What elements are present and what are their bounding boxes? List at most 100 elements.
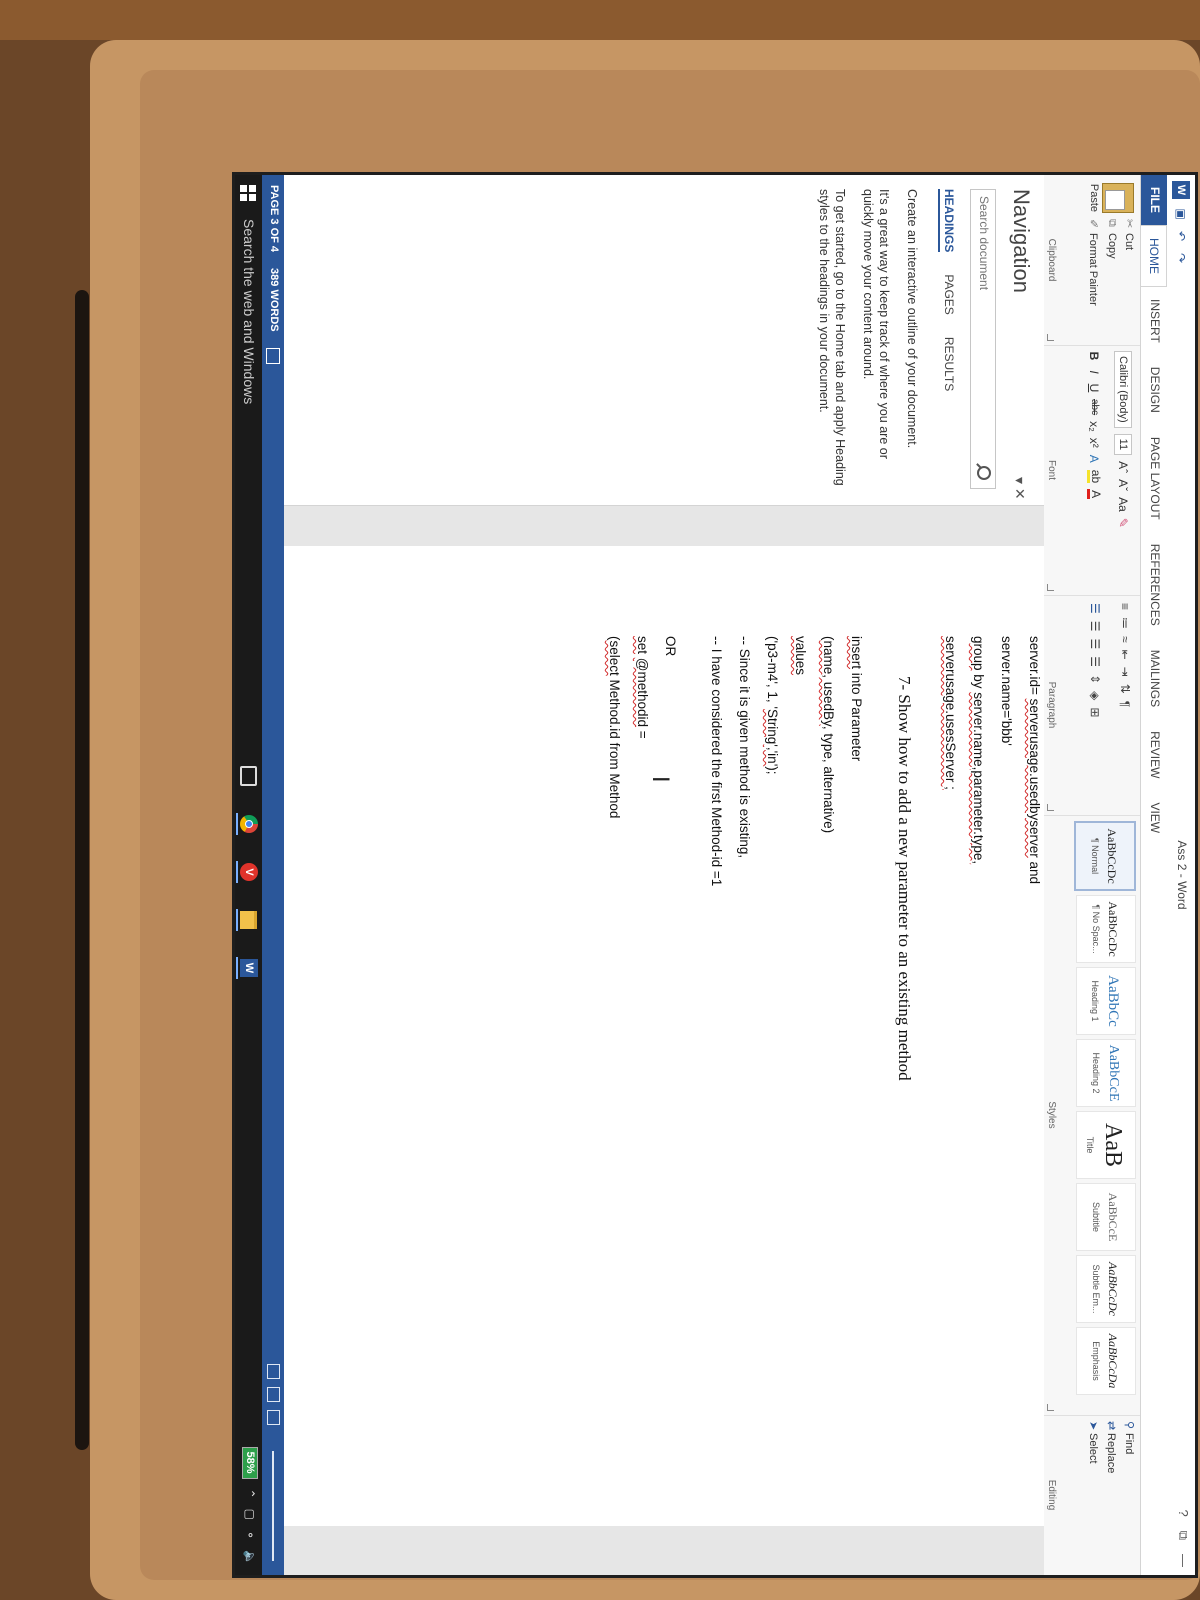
- notification-icon[interactable]: ▢: [243, 1509, 257, 1520]
- document-page[interactable]: server.id= serverusage.usedbyserver and …: [284, 546, 1044, 1526]
- find-button[interactable]: ⚲ Find: [1123, 1421, 1136, 1473]
- highlight-color-icon[interactable]: ab: [1087, 469, 1103, 484]
- format-painter-button[interactable]: ✐ Format Painter: [1087, 219, 1100, 306]
- text-effects-icon[interactable]: A: [1088, 454, 1102, 464]
- shading-icon[interactable]: ◈: [1088, 691, 1102, 700]
- windows-start-icon[interactable]: [240, 185, 256, 201]
- battery-indicator[interactable]: 58%: [242, 1446, 258, 1479]
- tab-headings[interactable]: HEADINGS: [938, 189, 956, 253]
- font-size-select[interactable]: 11: [1114, 433, 1132, 456]
- search-input[interactable]: [973, 190, 995, 452]
- replace-button[interactable]: ⇄ Replace: [1105, 1421, 1118, 1473]
- strikethrough-button[interactable]: abc: [1089, 399, 1100, 415]
- clipboard-icon: [1102, 183, 1134, 213]
- align-right-icon[interactable]: ☰: [1088, 639, 1102, 650]
- tab-mailings[interactable]: MAILINGS: [1141, 638, 1167, 719]
- proofing-icon[interactable]: [266, 347, 280, 364]
- bullets-icon[interactable]: ≡: [1118, 603, 1132, 610]
- page-count[interactable]: PAGE 3 OF 4: [266, 185, 280, 252]
- style-emphasis[interactable]: AaBbCcDa Emphasis: [1076, 1327, 1136, 1395]
- line-spacing-icon[interactable]: ⇕: [1088, 674, 1102, 684]
- style-heading-1[interactable]: AaBbCc Heading 1: [1076, 967, 1136, 1035]
- zoom-slider[interactable]: [272, 1451, 274, 1561]
- select-button[interactable]: ➤ Select: [1087, 1421, 1100, 1473]
- decrease-indent-icon[interactable]: ⇤: [1118, 650, 1132, 660]
- tab-design[interactable]: DESIGN: [1141, 355, 1167, 425]
- change-case-button[interactable]: Aa: [1116, 497, 1130, 512]
- ribbon-display-button[interactable]: ⧉: [1175, 1531, 1191, 1540]
- grow-font-button[interactable]: Aˆ: [1116, 461, 1130, 473]
- font-group: Calibri (Body) 11 Aˆ Aˇ Aa ✎ B I U abc x…: [1044, 345, 1140, 596]
- taskbar: Search the web and Windows V W 58% ⌃ ▢ ⚬…: [235, 175, 262, 1575]
- style-subtitle[interactable]: AaBbCcE Subtitle: [1076, 1183, 1136, 1251]
- styles-group: AaBbCcDc ¶ Normal AaBbCcDc ¶ No Spac... …: [1044, 815, 1140, 1416]
- wifi-icon[interactable]: ⚬: [243, 1530, 257, 1540]
- minimize-button[interactable]: —: [1175, 1554, 1191, 1567]
- style-subtle-emphasis[interactable]: AaBbCcDc Subtle Em...: [1076, 1255, 1136, 1323]
- volume-icon[interactable]: 🔈: [243, 1550, 257, 1565]
- font-color-icon[interactable]: A: [1087, 489, 1103, 500]
- print-layout-icon[interactable]: [267, 1387, 280, 1402]
- copy-button[interactable]: ⧉ Copy: [1105, 219, 1118, 306]
- editing-group: ⚲ Find ⇄ Replace ➤ Select Editing: [1044, 1415, 1140, 1575]
- select-label: Select: [1087, 1433, 1099, 1464]
- sort-icon[interactable]: ⇅: [1118, 684, 1132, 694]
- cut-button[interactable]: ✂ Cut: [1123, 219, 1136, 306]
- paste-button[interactable]: Paste: [1088, 181, 1134, 215]
- search-icon[interactable]: [977, 466, 991, 480]
- tab-file[interactable]: FILE: [1141, 175, 1167, 225]
- web-layout-icon[interactable]: [267, 1410, 280, 1425]
- text-run: serverusage.usedbyserver: [1027, 698, 1042, 858]
- navigation-paragraph: To get started, go to the Home tab and a…: [817, 189, 847, 486]
- word-count[interactable]: 389 WORDS: [266, 268, 280, 332]
- style-no-spacing[interactable]: AaBbCcDc ¶ No Spac...: [1076, 895, 1136, 963]
- show-marks-button[interactable]: ¶: [1118, 701, 1132, 707]
- styles-launcher-icon[interactable]: [1047, 1404, 1054, 1411]
- clear-formatting-icon[interactable]: ✎: [1116, 518, 1130, 528]
- borders-icon[interactable]: ⊞: [1088, 707, 1102, 717]
- word-button[interactable]: W: [236, 957, 260, 979]
- align-center-icon[interactable]: ☰: [1088, 621, 1102, 632]
- clipboard-group: Paste ✂ Cut ⧉ Copy ✐ Format Painter Clipboa…: [1044, 175, 1140, 346]
- italic-button[interactable]: I: [1088, 367, 1102, 377]
- align-left-icon[interactable]: ☰: [1088, 603, 1102, 614]
- subscript-button[interactable]: x₂: [1088, 421, 1102, 432]
- tab-pages[interactable]: PAGES: [938, 274, 956, 314]
- doc-line: group by server.name,parameter.type,: [971, 636, 986, 864]
- text-run: name, usedBy: [821, 640, 836, 726]
- multilevel-list-icon[interactable]: ≈: [1118, 636, 1132, 643]
- file-explorer-button[interactable]: [236, 909, 260, 931]
- style-heading-2[interactable]: AaBbCcE Heading 2: [1076, 1039, 1136, 1107]
- tab-results[interactable]: RESULTS: [938, 337, 956, 391]
- task-view-button[interactable]: [236, 765, 260, 787]
- close-icon[interactable]: ▾ ✕: [1011, 477, 1028, 500]
- read-mode-icon[interactable]: [267, 1364, 280, 1379]
- superscript-button[interactable]: x²: [1088, 438, 1102, 448]
- tab-insert[interactable]: INSERT: [1141, 287, 1167, 355]
- paragraph-launcher-icon[interactable]: [1047, 804, 1054, 811]
- increase-indent-icon[interactable]: ⇥: [1118, 667, 1132, 677]
- vivaldi-button[interactable]: V: [236, 861, 260, 883]
- chrome-button[interactable]: [236, 813, 260, 835]
- justify-icon[interactable]: ☰: [1088, 656, 1102, 667]
- style-title[interactable]: AaB Title: [1076, 1111, 1136, 1179]
- tab-view[interactable]: VIEW: [1141, 790, 1167, 845]
- numbering-icon[interactable]: ≔: [1118, 617, 1132, 629]
- bold-button[interactable]: B: [1088, 351, 1102, 361]
- underline-button[interactable]: U: [1088, 383, 1102, 393]
- taskbar-search[interactable]: Search the web and Windows: [241, 219, 257, 404]
- help-button[interactable]: ?: [1175, 1509, 1191, 1516]
- font-family-select[interactable]: Calibri (Body): [1114, 351, 1132, 428]
- tab-home[interactable]: HOME: [1141, 225, 1167, 287]
- style-normal[interactable]: AaBbCcDc ¶ Normal: [1074, 821, 1136, 891]
- chevron-up-icon[interactable]: ⌃: [243, 1489, 257, 1499]
- system-tray: 58% ⌃ ▢ ⚬ 🔈: [242, 1446, 258, 1565]
- font-launcher-icon[interactable]: [1047, 584, 1054, 591]
- tab-review[interactable]: REVIEW: [1141, 719, 1167, 790]
- tab-page-layout[interactable]: PAGE LAYOUT: [1141, 425, 1167, 532]
- shrink-font-button[interactable]: Aˇ: [1116, 479, 1130, 491]
- style-sample: AaB: [1100, 1123, 1127, 1167]
- clipboard-launcher-icon[interactable]: [1047, 334, 1054, 341]
- tab-references[interactable]: REFERENCES: [1141, 532, 1167, 638]
- font-row-1: Calibri (Body) 11 Aˆ Aˇ Aa ✎: [1114, 351, 1132, 528]
